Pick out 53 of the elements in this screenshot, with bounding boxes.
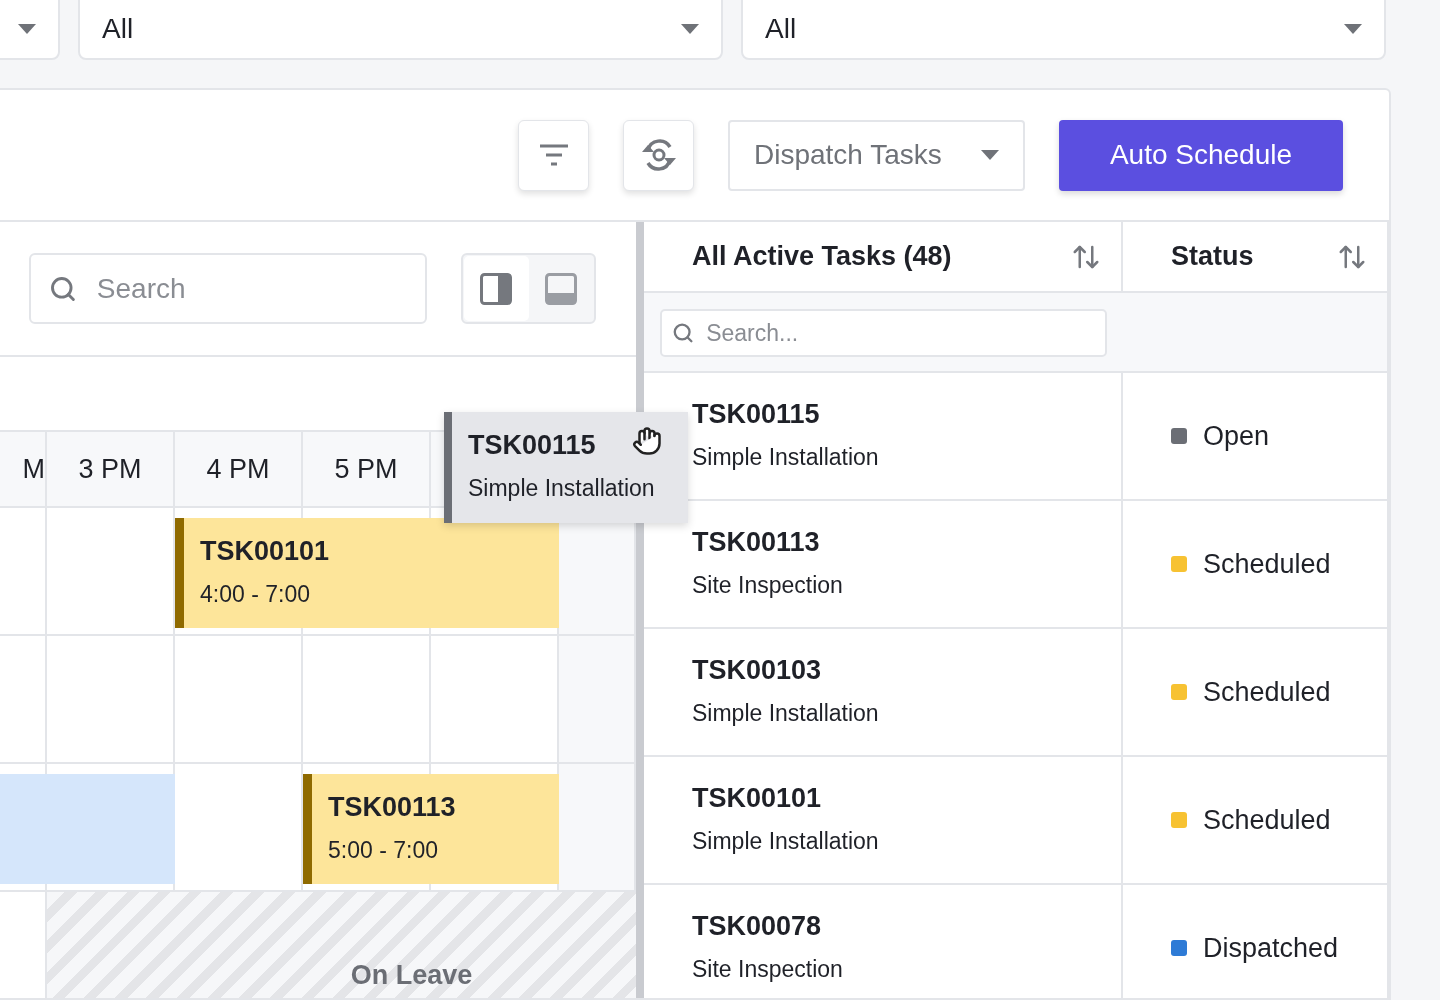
sync-gear-icon — [639, 138, 678, 172]
filter-icon — [538, 144, 569, 166]
task-event[interactable]: TSK00113 5:00 - 7:00 — [303, 774, 559, 884]
hour-label: 5 PM — [334, 453, 398, 485]
task-code: TSK00115 — [692, 399, 820, 430]
task-search-field[interactable]: Search... — [660, 309, 1107, 357]
task-code: TSK00113 — [692, 527, 820, 558]
caret-icon — [18, 24, 36, 34]
task-type: Site Inspection — [692, 956, 843, 983]
task-time: 5:00 - 7:00 — [328, 837, 438, 864]
bottom-panel-icon — [544, 272, 577, 305]
filter-select[interactable]: All — [78, 0, 723, 60]
auto-schedule-button[interactable]: Auto Schedule — [1059, 119, 1343, 191]
task-cell[interactable]: TSK00078 Site Inspection — [644, 885, 1123, 998]
search-icon — [672, 321, 695, 345]
task-code: TSK00101 — [692, 783, 822, 814]
task-title: TSK00101 — [200, 536, 330, 567]
leave-label: On Leave — [350, 959, 473, 991]
task-event[interactable]: TSK00101 4:00 - 7:00 — [175, 518, 559, 628]
task-code: TSK00103 — [692, 655, 822, 686]
hour-label: M — [22, 453, 45, 485]
hour-label: 3 PM — [78, 453, 142, 485]
layout-toggle-button[interactable] — [464, 256, 529, 321]
task-time: 4:00 - 7:00 — [200, 581, 310, 608]
task-cell[interactable]: TSK00101 Simple Installation — [644, 757, 1123, 883]
task-cell[interactable]: TSK00103 Simple Installation — [644, 629, 1123, 755]
caret-icon — [681, 24, 699, 34]
side-panel-icon — [480, 272, 513, 305]
task-type: Simple Installation — [692, 828, 879, 855]
view-dropdown[interactable]: Dispatch Tasks — [728, 119, 1025, 191]
hand-cursor-icon — [632, 426, 662, 456]
dragged-task-card[interactable]: TSK00115 Simple Installation — [444, 412, 688, 523]
caret-icon — [981, 150, 999, 160]
filter-select[interactable]: All — [741, 0, 1386, 60]
sync-settings-button[interactable] — [623, 119, 694, 191]
task-search-input[interactable]: Search... — [704, 318, 1095, 348]
task-title: TSK00115 — [468, 430, 596, 461]
status-label: Scheduled — [1203, 676, 1331, 708]
task-title: TSK00113 — [328, 792, 456, 823]
status-label: Dispatched — [1203, 932, 1339, 964]
column-header: Status — [1171, 241, 1254, 272]
column-header: All Active Tasks (48) — [692, 241, 952, 272]
hour-label: 4 PM — [206, 453, 270, 485]
task-type: Simple Installation — [692, 444, 879, 471]
search-field[interactable]: Search — [29, 253, 427, 324]
caret-icon — [1344, 24, 1362, 34]
task-type: Site Inspection — [692, 572, 843, 599]
search-input[interactable]: Search — [94, 271, 407, 306]
status-label: Scheduled — [1203, 548, 1331, 580]
status-label: Open — [1203, 420, 1270, 452]
task-code: TSK00078 — [692, 911, 822, 942]
task-type: Simple Installation — [692, 700, 879, 727]
status-label: Scheduled — [1203, 804, 1331, 836]
